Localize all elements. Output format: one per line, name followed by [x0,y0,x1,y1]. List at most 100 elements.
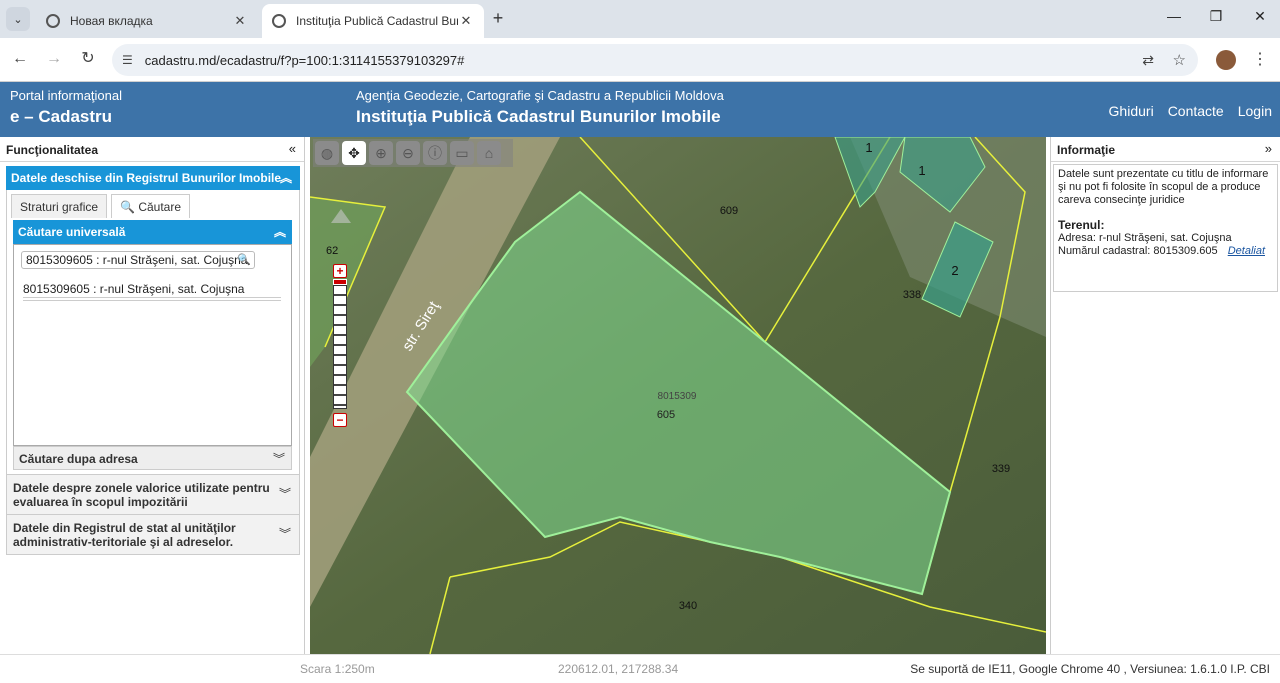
zoom-minus-button[interactable]: − [333,413,347,427]
tab-title: Instituţia Publică Cadastrul Bunurilor I… [296,14,458,28]
chevron-up-icon[interactable]: ︽ [280,169,292,186]
nav-ghiduri-link[interactable]: Ghiduri [1109,103,1154,119]
info-content: Datele sunt prezentate cu titlu de infor… [1053,164,1278,292]
reload-button[interactable]: ↻ [78,50,98,68]
browser-tab-bar: ⌄ Новая вкладка ✕ Instituţia Publică Cad… [0,0,1280,38]
header-nav: Ghiduri Contacte Login [1109,103,1272,119]
tab-close-icon[interactable]: ✕ [458,13,474,29]
map-scale: Scara 1:250m [300,662,375,676]
browser-menu-icon[interactable]: ⋮ [1252,49,1268,69]
detail-link[interactable]: Detaliat [1228,245,1265,258]
parcel-609-label: 609 [720,205,738,217]
universal-search-box: 8015309605 : r-nul Străşeni, sat. Cojuşn… [13,244,292,446]
valuation-zones-accordion[interactable]: Datele despre zonele valorice utilizate … [6,475,300,515]
open-data-section-body: Straturi grafice 🔍 Căutare Căutare unive… [6,190,300,475]
expand-right-icon[interactable]: » [1265,141,1272,156]
parcel-605-label: 605 [657,409,675,421]
accordion-title: Datele despre zonele valorice utilizate … [13,481,270,509]
map-toolbar: ◍ ✥ ⊕ ⊖ ⓘ ▭ ⌂ [313,139,513,167]
back-button[interactable]: ← [10,50,30,68]
chevron-down-icon[interactable]: ︾ [279,487,291,501]
nav-login-link[interactable]: Login [1238,103,1272,119]
disclaimer-text: Datele sunt prezentate cu titlu de infor… [1058,168,1269,206]
zoom-plus-button[interactable]: + [333,264,347,278]
zoom-slider[interactable] [333,285,347,409]
cadastral-number: Numărul cadastral: 8015309.605 [1058,245,1218,257]
functionality-panel: Funcţionalitatea « Datele deschise din R… [0,137,305,654]
search-input[interactable]: 8015309605 : r-nul Străşeni, sat. Cojuşn… [21,251,255,269]
result-divider [23,297,281,301]
chevron-down-icon[interactable]: ︾ [279,527,291,541]
parcel-340-label: 340 [679,600,697,612]
restore-button[interactable]: ❐ [1206,8,1226,25]
bed-icon[interactable]: ▭ [450,141,474,165]
portal-label: Portal informaţional [10,88,122,103]
map-view[interactable]: str. Sireţ 609 338 339 340 1 1 2 8015309… [310,137,1046,654]
search-icon: 🔍 [120,200,135,214]
close-window-button[interactable]: ✕ [1250,8,1270,25]
map-canvas: str. Sireţ 609 338 339 340 1 1 2 8015309… [310,137,1046,654]
new-tab-button[interactable]: + [488,9,508,29]
info-panel: Informaţie » Datele sunt prezentate cu t… [1050,137,1280,654]
cadastral-row: Numărul cadastral: 8015309.605 Detaliat [1058,245,1273,258]
minimize-button[interactable]: — [1164,8,1184,24]
url-text: cadastru.md/ecadastru/f?p=100:1:31141553… [144,52,465,68]
translate-icon[interactable]: ⇄ [1142,52,1154,69]
site-brand[interactable]: e – Cadastru [10,107,112,127]
tab-search-button[interactable]: ⌄ [6,7,30,31]
parcel-338-label: 338 [903,289,921,301]
info-title-text: Informaţie [1057,143,1116,157]
zoom-out-icon[interactable]: ⊖ [396,141,420,165]
pan-north-icon[interactable] [331,209,351,223]
panel-title: Funcţionalitatea « [0,137,304,162]
universal-search-title: Căutare universală [18,225,126,239]
parcel-address: Adresa: r-nul Străşeni, sat. Cojuşna [1058,232,1232,244]
accordion-title: Datele din Registrul de stat al unităţil… [13,521,236,549]
section-title: Datele deschise din Registrul Bunurilor … [11,171,282,185]
tab-title: Новая вкладка [70,14,153,28]
chevron-down-icon[interactable]: ︾ [273,450,285,467]
chrome-icon [46,14,60,28]
chevron-up-icon[interactable]: ︽ [274,223,286,240]
info-icon[interactable]: ⓘ [423,141,447,165]
address-bar[interactable]: ☰ cadastru.md/ecadastru/f?p=100:1:311415… [112,44,1198,76]
address-search-header[interactable]: Căutare dupa adresa ︾ [13,446,292,470]
subtabs: Straturi grafice 🔍 Căutare [11,194,191,218]
search-icon[interactable]: 🔍 [237,253,251,266]
house-icon[interactable]: ⌂ [477,141,501,165]
pan-icon[interactable]: ✥ [342,141,366,165]
browser-tab-new[interactable]: Новая вкладка ✕ [36,4,258,38]
edge-number-label: 62 [326,245,338,257]
cursor-coordinates: 220612.01, 217288.34 [558,662,679,676]
building-1a-label: 1 [865,140,872,155]
globe-icon [272,14,286,28]
address-search-title: Căutare dupa adresa [19,452,138,466]
parcel-339-label: 339 [992,463,1010,475]
bookmark-star-icon[interactable]: ☆ [1173,51,1186,69]
profile-avatar[interactable] [1216,50,1236,70]
status-bar: Scara 1:250m 220612.01, 217288.34 Se sup… [0,654,1280,683]
search-result-item[interactable]: 8015309605 : r-nul Străşeni, sat. Cojuşn… [23,282,244,296]
globe-icon[interactable]: ◍ [315,141,339,165]
collapse-left-icon[interactable]: « [289,141,296,156]
tab-close-icon[interactable]: ✕ [232,13,248,29]
support-info: Se suportă de IE11, Google Chrome 40 , V… [910,662,1270,676]
terenul-label: Terenul: [1058,218,1105,232]
site-info-icon[interactable]: ☰ [122,53,133,67]
browser-tab-active[interactable]: Instituţia Publică Cadastrul Bunurilor I… [262,4,484,38]
zoom-in-icon[interactable]: ⊕ [369,141,393,165]
open-data-section-header[interactable]: Datele deschise din Registrul Bunurilor … [6,166,300,190]
info-panel-title: Informaţie » [1051,137,1280,162]
forward-button[interactable]: → [44,50,64,68]
panel-title-text: Funcţionalitatea [6,143,99,157]
tab-search[interactable]: 🔍 Căutare [111,194,191,218]
nav-contacte-link[interactable]: Contacte [1168,103,1224,119]
browser-toolbar: ← → ↻ ☰ cadastru.md/ecadastru/f?p=100:1:… [0,38,1280,82]
tab-graphic-layers[interactable]: Straturi grafice [11,194,108,218]
universal-search-header[interactable]: Căutare universală ︽ [13,220,292,244]
agency-name: Agenţia Geodezie, Cartografie şi Cadastr… [356,88,724,103]
site-header: Portal informaţional e – Cadastru Agenţi… [0,82,1280,137]
search-input-value: 8015309605 : r-nul Străşeni, sat. Cojuşn… [26,253,248,267]
tab-search-label: Căutare [138,200,182,214]
admin-units-accordion[interactable]: Datele din Registrul de stat al unităţil… [6,515,300,555]
